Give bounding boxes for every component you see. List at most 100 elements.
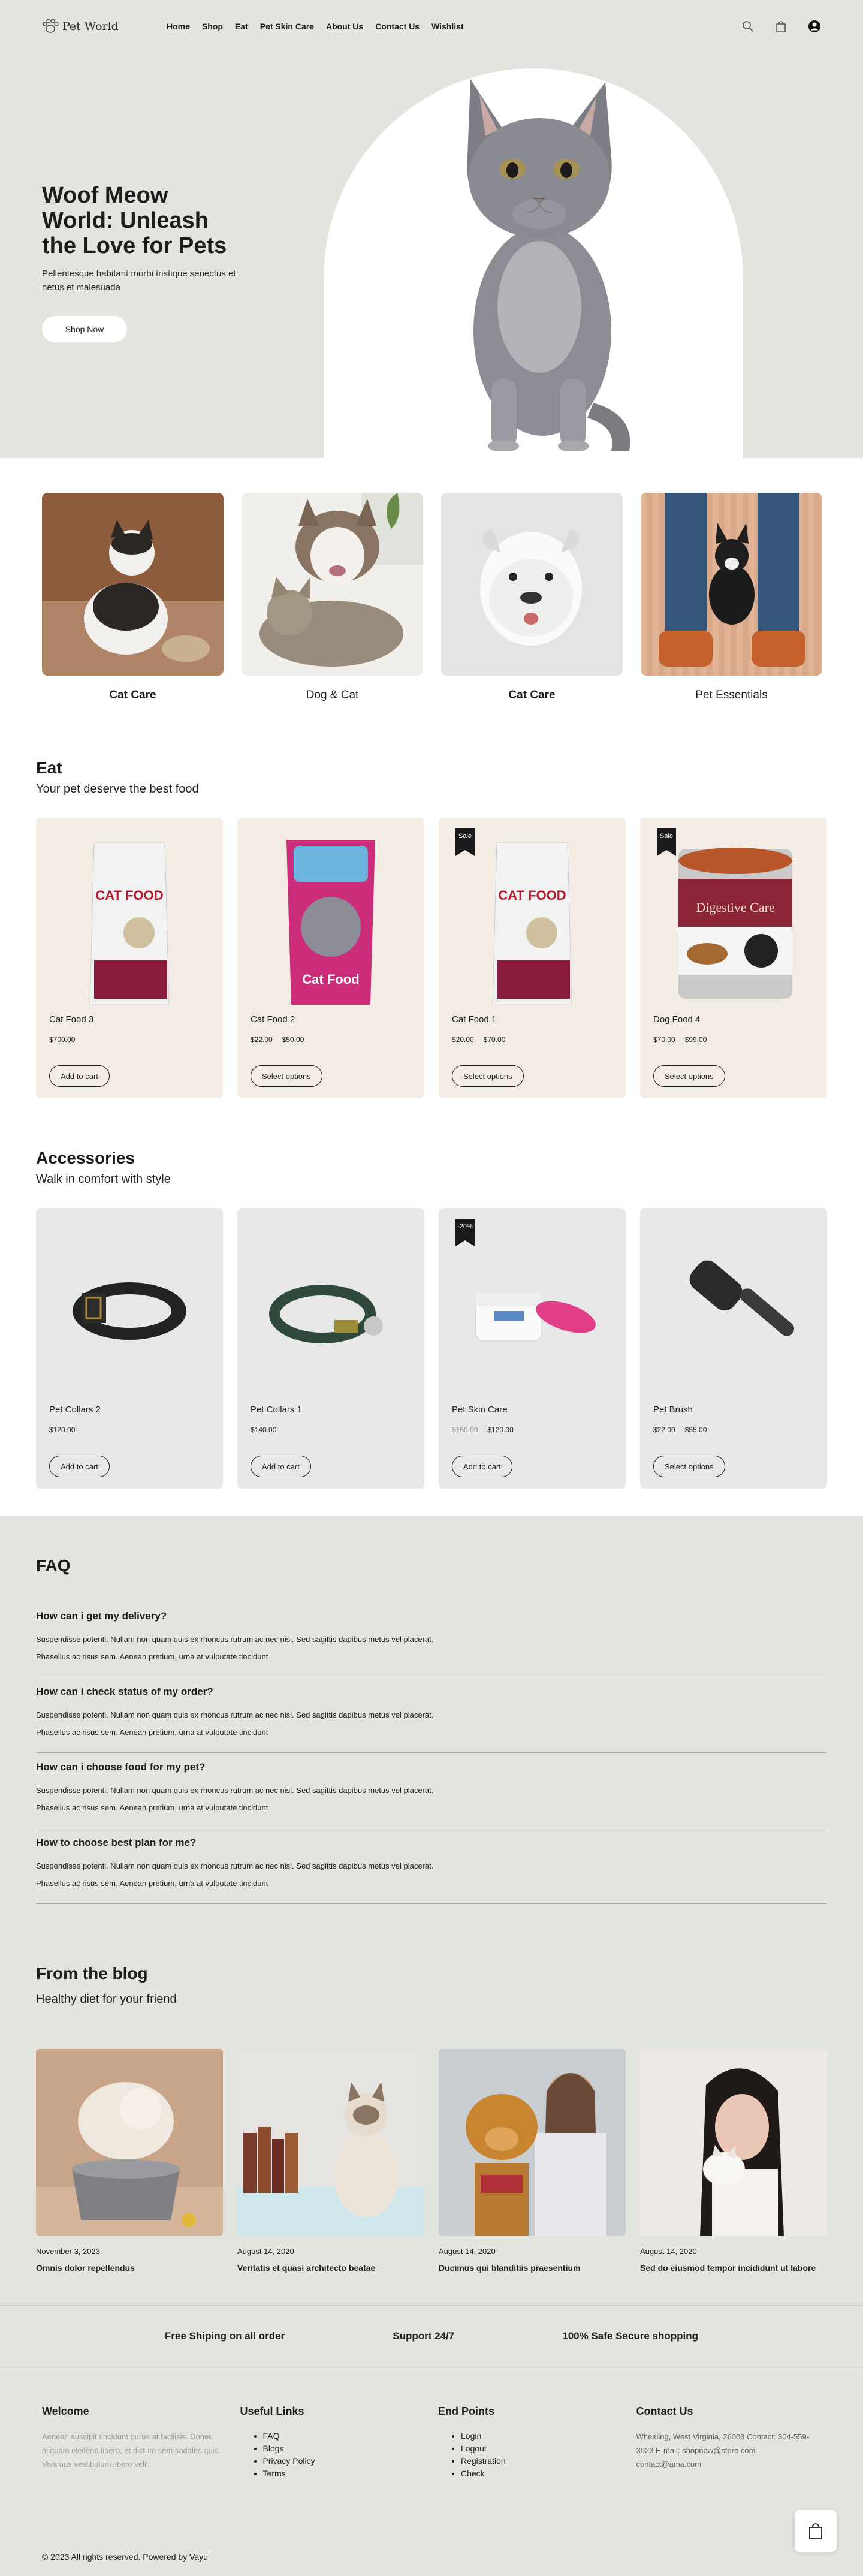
footer-link-blogs[interactable]: Blogs (263, 2442, 426, 2455)
blog-card[interactable]: August 14, 2020 Sed do eiusmod tempor in… (640, 2049, 827, 2273)
add-to-cart-button[interactable]: Add to cart (452, 1456, 512, 1477)
blog-card[interactable]: August 14, 2020 Veritatis et quasi archi… (237, 2049, 424, 2273)
logo[interactable]: Pet World (42, 19, 162, 34)
faq-answer-line: Phasellus ac risus sem. Aenean pretium, … (36, 1728, 268, 1737)
blog-image (237, 2049, 424, 2236)
footer-heading: Contact Us (636, 2405, 693, 2417)
faq-answer: Suspendisse potenti. Nullam non quam qui… (36, 1782, 827, 1816)
footer: Welcome Aenean suscipit tincidunt purus … (42, 2405, 821, 2480)
footer-link-logout[interactable]: Logout (461, 2442, 623, 2455)
svg-text:Digestive Care: Digestive Care (696, 900, 774, 915)
faq-answer-line: Suspendisse potenti. Nullam non quam qui… (36, 1710, 434, 1719)
copyright: © 2023 All rights reserved. Powered by V… (42, 2552, 208, 2562)
category-card[interactable]: Dog & Cat (242, 493, 423, 702)
eat-title: Eat (36, 758, 62, 777)
product-price: $150.00 $120.00 (452, 1426, 612, 1434)
faq-answer-line: Suspendisse potenti. Nullam non quam qui… (36, 1635, 434, 1644)
product-image: Cat Food (251, 831, 411, 1005)
blog-image (640, 2049, 827, 2236)
footer-link-check[interactable]: Check (461, 2467, 623, 2480)
nav-eat[interactable]: Eat (235, 22, 248, 31)
category-card[interactable]: Cat Care (42, 493, 224, 702)
price-value: $99.00 (684, 1035, 707, 1044)
blog-post-title[interactable]: Sed do eiusmod tempor incididunt ut labo… (640, 2263, 827, 2273)
hero-text-block: Woof Meow World: Unleash the Love for Pe… (42, 183, 240, 342)
footer-contact: Contact Us Wheeling, West Virginia, 2600… (636, 2405, 822, 2480)
nav-about-us[interactable]: About Us (326, 22, 363, 31)
accessories-subtitle: Walk in comfort with style (36, 1173, 171, 1186)
nav-shop[interactable]: Shop (202, 22, 223, 31)
category-card[interactable]: Cat Care (441, 493, 623, 702)
feature-free-shipping: Free Shiping on all order (165, 2330, 285, 2342)
hero-title: Woof Meow World: Unleash the Love for Pe… (42, 183, 227, 258)
account-icon[interactable] (808, 20, 821, 33)
product-name: Pet Collars 1 (251, 1405, 302, 1415)
product-card[interactable]: CAT FOOD Cat Food 3 $700.00 Add to cart (36, 818, 223, 1098)
nav-pet-skin-care[interactable]: Pet Skin Care (260, 22, 314, 31)
blog-post-title[interactable]: Veritatis et quasi architecto beatae (237, 2263, 424, 2273)
footer-link-faq[interactable]: FAQ (263, 2430, 426, 2442)
nav-contact-us[interactable]: Contact Us (375, 22, 420, 31)
faq-item[interactable]: How can i choose food for my pet? Suspen… (36, 1761, 827, 1828)
site-header: Pet World Home Shop Eat Pet Skin Care Ab… (0, 0, 863, 53)
accessories-title: Accessories (36, 1149, 135, 1167)
search-icon[interactable] (742, 20, 754, 32)
faq-question[interactable]: How to choose best plan for me? (36, 1837, 827, 1849)
footer-heading: Useful Links (240, 2405, 304, 2417)
faq-item[interactable]: How can i get my delivery? Suspendisse p… (36, 1610, 827, 1677)
nav-wishlist[interactable]: Wishlist (432, 22, 464, 31)
product-card[interactable]: -20% Pet Skin Care $150.00 $120.00 Add to… (439, 1208, 626, 1489)
footer-link-privacy[interactable]: Privacy Policy (263, 2455, 426, 2467)
blog-date: August 14, 2020 (439, 2247, 496, 2256)
shop-now-button[interactable]: Shop Now (42, 316, 127, 342)
add-to-cart-button[interactable]: Add to cart (251, 1456, 311, 1477)
eat-subtitle: Your pet deserve the best food (36, 782, 199, 796)
product-card[interactable]: Pet Brush $22.00 $55.00 Select options (640, 1208, 827, 1489)
product-card[interactable]: Sale Digestive Care Dog Food 4 $70.00 $99… (640, 818, 827, 1098)
product-price: $70.00 $99.00 (653, 1035, 814, 1044)
footer-link-login[interactable]: Login (461, 2430, 623, 2442)
blog-image (36, 2049, 223, 2236)
product-name: Cat Food 1 (452, 1014, 497, 1025)
select-options-button[interactable]: Select options (653, 1456, 725, 1477)
main-nav: Home Shop Eat Pet Skin Care About Us Con… (167, 22, 464, 31)
logo-text: Pet World (62, 20, 119, 33)
product-card[interactable]: Cat Food Cat Food 2 $22.00 $50.00 Select … (237, 818, 424, 1098)
add-to-cart-button[interactable]: Add to cart (49, 1456, 110, 1477)
product-image: CAT FOOD (49, 831, 210, 1005)
footer-link-registration[interactable]: Registration (461, 2455, 623, 2467)
feature-secure-shopping: 100% Safe Secure shopping (562, 2330, 698, 2342)
floating-cart-button[interactable] (795, 2510, 837, 2552)
select-options-button[interactable]: Select options (251, 1065, 322, 1087)
price-value: $120.00 (49, 1426, 76, 1434)
product-image: Digestive Care (653, 831, 814, 1005)
faq-item[interactable]: How to choose best plan for me? Suspendi… (36, 1837, 827, 1904)
category-label: Cat Care (508, 689, 556, 701)
product-price: $700.00 (49, 1035, 210, 1044)
blog-card[interactable]: August 14, 2020 Ducimus qui blanditiis p… (439, 2049, 626, 2273)
category-image-dog-cat (242, 493, 423, 676)
blog-post-title[interactable]: Omnis dolor repellendus (36, 2263, 223, 2273)
add-to-cart-button[interactable]: Add to cart (49, 1065, 110, 1087)
select-options-button[interactable]: Select options (452, 1065, 524, 1087)
faq-question[interactable]: How can i check status of my order? (36, 1686, 827, 1698)
faq-item[interactable]: How can i check status of my order? Susp… (36, 1686, 827, 1753)
product-name: Cat Food 2 (251, 1014, 295, 1025)
blog-date: August 14, 2020 (237, 2247, 294, 2256)
svg-text:CAT FOOD: CAT FOOD (95, 888, 163, 903)
blog-post-title[interactable]: Ducimus qui blanditiis praesentium (439, 2263, 626, 2273)
footer-link-terms[interactable]: Terms (263, 2467, 426, 2480)
select-options-button[interactable]: Select options (653, 1065, 725, 1087)
product-card[interactable]: Sale CAT FOOD Cat Food 1 $20.00 $70.00 Se… (439, 818, 626, 1098)
faq-question[interactable]: How can i get my delivery? (36, 1610, 827, 1622)
nav-home[interactable]: Home (167, 22, 190, 31)
product-card[interactable]: Pet Collars 1 $140.00 Add to cart (237, 1208, 424, 1489)
product-card[interactable]: Pet Collars 2 $120.00 Add to cart (36, 1208, 223, 1489)
product-name: Dog Food 4 (653, 1014, 701, 1025)
category-card[interactable]: Pet Essentials (641, 493, 822, 702)
blog-card[interactable]: November 3, 2023 Omnis dolor repellendus (36, 2049, 223, 2273)
footer-welcome: Welcome Aenean suscipit tincidunt purus … (42, 2405, 227, 2480)
category-image-pet-essentials (641, 493, 822, 676)
faq-question[interactable]: How can i choose food for my pet? (36, 1761, 827, 1773)
bag-icon[interactable] (776, 20, 786, 32)
